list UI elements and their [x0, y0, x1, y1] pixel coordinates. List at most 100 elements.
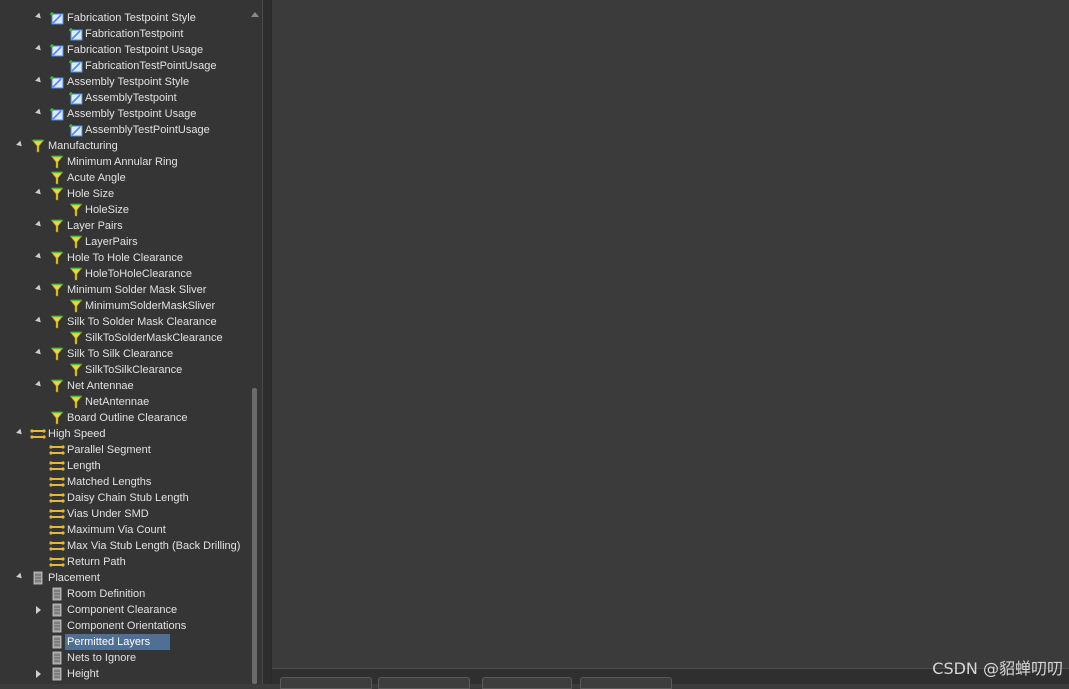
tree-item[interactable]: Board Outline Clearance: [0, 410, 250, 426]
tree-item[interactable]: Hole To Hole Clearance: [0, 250, 250, 266]
tree-item[interactable]: SilkToSolderMaskClearance: [0, 330, 250, 346]
tree-scrollbar[interactable]: [250, 8, 260, 684]
manufacturing-icon: [30, 139, 46, 153]
expanded-caret-icon[interactable]: [35, 284, 43, 293]
expanded-caret-icon[interactable]: [35, 220, 43, 229]
placement-icon: [49, 651, 65, 665]
manufacturing-icon: [68, 299, 84, 313]
tree-item[interactable]: Daisy Chain Stub Length: [0, 490, 250, 506]
tree-item[interactable]: Silk To Silk Clearance: [0, 346, 250, 362]
manufacturing-icon: [68, 363, 84, 377]
expanded-caret-icon[interactable]: [35, 12, 43, 21]
tree-item[interactable]: AssemblyTestpoint: [0, 90, 250, 106]
tree-item[interactable]: Return Path: [0, 554, 250, 570]
expanded-caret-icon[interactable]: [16, 140, 24, 149]
tree-item-label: Max Via Stub Length (Back Drilling): [67, 540, 241, 552]
testpoint-icon: [68, 123, 84, 137]
collapsed-caret-icon[interactable]: [36, 670, 41, 678]
testpoint-icon: [49, 75, 65, 89]
expanded-caret-icon[interactable]: [16, 428, 24, 437]
collapsed-caret-icon[interactable]: [36, 606, 41, 614]
tree-item-label: Room Definition: [67, 588, 146, 600]
tree-item[interactable]: Fabrication Testpoint Style: [0, 10, 250, 26]
tree-item[interactable]: Length: [0, 458, 250, 474]
expanded-caret-icon[interactable]: [16, 572, 24, 581]
bottom-button-2[interactable]: [378, 677, 470, 689]
tree-item-label: Manufacturing: [48, 140, 118, 152]
tree-item-label: LayerPairs: [85, 236, 138, 248]
bottom-button-4[interactable]: [580, 677, 672, 689]
expanded-caret-icon[interactable]: [35, 316, 43, 325]
tree-item-label: Component Clearance: [67, 604, 178, 616]
testpoint-icon: [49, 11, 65, 25]
expanded-caret-icon[interactable]: [35, 252, 43, 261]
bottom-button-3[interactable]: [482, 677, 572, 689]
tree-item-label: Parallel Segment: [67, 444, 151, 456]
tree-item[interactable]: Parallel Segment: [0, 442, 250, 458]
expanded-caret-icon[interactable]: [35, 76, 43, 85]
tree-item[interactable]: Matched Lengths: [0, 474, 250, 490]
tree-item-label: SilkToSilkClearance: [85, 364, 183, 376]
tree-item-label: Maximum Via Count: [67, 524, 166, 536]
expanded-caret-icon[interactable]: [35, 44, 43, 53]
tree-item[interactable]: Permitted Layers: [0, 634, 250, 650]
tree-item-label: Acute Angle: [67, 172, 126, 184]
tree-item[interactable]: Component Clearance: [0, 602, 250, 618]
tree-item[interactable]: Minimum Solder Mask Sliver: [0, 282, 250, 298]
tree-item-label: Hole Size: [67, 188, 115, 200]
tree-item[interactable]: Placement: [0, 570, 250, 586]
tree-item[interactable]: Assembly Testpoint Usage: [0, 106, 250, 122]
expanded-caret-icon[interactable]: [35, 188, 43, 197]
tree-item-label: Length: [67, 460, 101, 472]
tree-item[interactable]: Acute Angle: [0, 170, 250, 186]
tree-item[interactable]: LayerPairs: [0, 234, 250, 250]
tree-item[interactable]: FabricationTestpoint: [0, 26, 250, 42]
tree-item[interactable]: SilkToSilkClearance: [0, 362, 250, 378]
expanded-caret-icon[interactable]: [35, 348, 43, 357]
tree-item-label: Silk To Silk Clearance: [67, 348, 174, 360]
tree-item[interactable]: Layer Pairs: [0, 218, 250, 234]
watermark-text: CSDN @貂蝉叨叨: [932, 659, 1063, 678]
tree-item-label: Height: [67, 668, 99, 680]
tree-item-label: Minimum Solder Mask Sliver: [67, 284, 207, 296]
bottom-button-1[interactable]: [280, 677, 372, 689]
tree-item[interactable]: Net Antennae: [0, 378, 250, 394]
tree-item[interactable]: High Speed: [0, 426, 250, 442]
tree-item-label: MinimumSolderMaskSliver: [85, 300, 216, 312]
tree-item-label: Hole To Hole Clearance: [67, 252, 183, 264]
tree-item[interactable]: Vias Under SMD: [0, 506, 250, 522]
tree-item[interactable]: Fabrication Testpoint Usage: [0, 42, 250, 58]
scroll-up-arrow-icon[interactable]: [251, 12, 259, 17]
tree-item[interactable]: HoleSize: [0, 202, 250, 218]
tree-item-label: Silk To Solder Mask Clearance: [67, 316, 217, 328]
expanded-caret-icon[interactable]: [35, 108, 43, 117]
tree-item-label: FabricationTestPointUsage: [85, 60, 217, 72]
scroll-thumb[interactable]: [252, 388, 257, 684]
expanded-caret-icon[interactable]: [35, 380, 43, 389]
tree-item-label: Board Outline Clearance: [67, 412, 188, 424]
tree-item[interactable]: FabricationTestPointUsage: [0, 58, 250, 74]
testpoint-icon: [49, 107, 65, 121]
tree-item[interactable]: Silk To Solder Mask Clearance: [0, 314, 250, 330]
tree-item[interactable]: Max Via Stub Length (Back Drilling): [0, 538, 250, 554]
tree-item[interactable]: Minimum Annular Ring: [0, 154, 250, 170]
tree-item[interactable]: HoleToHoleClearance: [0, 266, 250, 282]
tree-item-label: Net Antennae: [67, 380, 134, 392]
tree-item[interactable]: Maximum Via Count: [0, 522, 250, 538]
panel-splitter[interactable]: [262, 0, 272, 684]
placement-icon: [49, 635, 65, 649]
tree-item[interactable]: Height: [0, 666, 250, 682]
tree-item[interactable]: Nets to Ignore: [0, 650, 250, 666]
tree-item[interactable]: AssemblyTestPointUsage: [0, 122, 250, 138]
tree-item[interactable]: Hole Size: [0, 186, 250, 202]
tree-item[interactable]: Room Definition: [0, 586, 250, 602]
tree-item-label: Layer Pairs: [67, 220, 123, 232]
tree-item[interactable]: Manufacturing: [0, 138, 250, 154]
tree-item-label: Return Path: [67, 556, 126, 568]
tree-item-label: Assembly Testpoint Usage: [67, 108, 197, 120]
tree-item[interactable]: Component Orientations: [0, 618, 250, 634]
manufacturing-icon: [68, 331, 84, 345]
tree-item[interactable]: NetAntennae: [0, 394, 250, 410]
tree-item[interactable]: Assembly Testpoint Style: [0, 74, 250, 90]
tree-item[interactable]: MinimumSolderMaskSliver: [0, 298, 250, 314]
